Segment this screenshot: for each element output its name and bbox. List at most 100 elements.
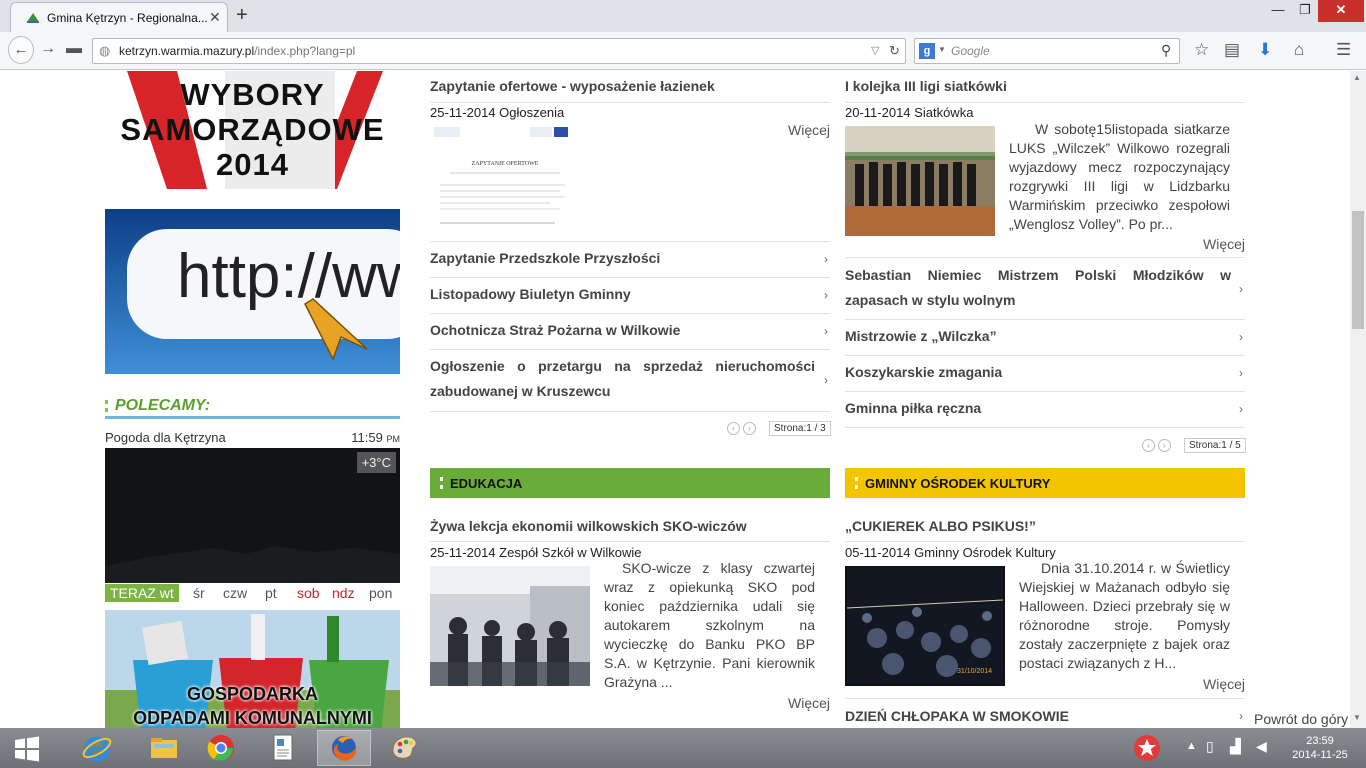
edukacja-section-header[interactable]: EDUKACJA <box>430 468 830 498</box>
page-scrollbar[interactable]: ▲ ▼ <box>1350 71 1366 728</box>
wybory-samorzadowe-banner[interactable]: WYBORY SAMORZĄDOWE 2014 <box>105 71 400 189</box>
category-link[interactable]: Zespół Szkół w Wilkowie <box>499 545 641 560</box>
tray-expand-icon[interactable]: ▲ <box>1186 740 1197 752</box>
menu-icon[interactable]: ☰ <box>1336 40 1351 60</box>
category-link[interactable]: Gminny Ośrodek Kultury <box>914 545 1056 560</box>
browser-tab[interactable]: Gmina Kętrzyn - Regionalna... ✕ <box>10 2 228 32</box>
documents-icon[interactable] <box>256 730 310 766</box>
gospodarka-odpadami-banner[interactable]: GOSPODARKA ODPADAMI KOMUNALNYMI <box>105 610 400 728</box>
http-www-banner[interactable]: http://www. <box>105 209 400 374</box>
day-pt[interactable]: pt <box>265 585 277 601</box>
weather-webcam[interactable]: +3°C <box>105 448 400 583</box>
day-sr[interactable]: śr <box>193 585 205 601</box>
weather-header: Pogoda dla Kętrzyna 11:59 PM <box>105 430 400 445</box>
divider <box>845 355 1245 356</box>
search-placeholder[interactable]: Google <box>951 44 990 58</box>
more-link[interactable]: Więcej <box>1203 236 1245 252</box>
feature-body-siatkowka: W sobotę15listopada siatkarze LUKS „Wilc… <box>1009 121 1230 232</box>
news-list-item[interactable]: Ogłoszenie o przetargu na sprzedaż nieru… <box>430 354 815 404</box>
url-history-dropdown-icon[interactable]: ▽ <box>871 44 879 57</box>
taskbar-clock[interactable]: 23:59 2014-11-25 <box>1290 734 1350 762</box>
forward-icon[interactable]: → <box>40 40 56 58</box>
home-icon[interactable]: ⌂ <box>1294 40 1304 60</box>
more-link[interactable]: Więcej <box>788 695 830 711</box>
heading-marker-icon <box>105 400 108 412</box>
scroll-up-icon[interactable]: ▲ <box>1353 73 1361 82</box>
kultura-section-header[interactable]: GMINNY OŚRODEK KULTURY <box>845 468 1245 498</box>
star-icon[interactable]: ☆ <box>1194 40 1209 60</box>
news-list-item[interactable]: Zapytanie Przedszkole Przyszłości <box>430 246 815 271</box>
next-page-icon[interactable]: › <box>743 422 756 435</box>
news-list-item[interactable]: Sebastian Niemiec Mistrzem Polski Młodzi… <box>845 263 1231 313</box>
more-link[interactable]: Więcej <box>788 122 830 138</box>
news-list-item[interactable]: Mistrzowie z „Wilczka” <box>845 324 1231 349</box>
paint-icon[interactable] <box>378 730 432 766</box>
kultura-article-title[interactable]: „CUKIEREK ALBO PSIKUS!” <box>845 518 1036 534</box>
google-icon[interactable]: g <box>919 43 935 59</box>
windows-start-icon[interactable] <box>0 730 54 766</box>
chevron-right-icon: › <box>824 373 828 387</box>
halloween-photo[interactable]: 31/10/2014 <box>845 566 1005 686</box>
tab-strip: Gmina Kętrzyn - Regionalna... ✕ + — ❐ ✕ <box>0 0 1366 32</box>
url-text[interactable]: ketrzyn.warmia.mazury.pl/index.php?lang=… <box>119 44 355 58</box>
day-pon[interactable]: pon <box>369 585 392 601</box>
news-list-item[interactable]: Koszykarskie zmagania <box>845 360 1231 385</box>
back-to-top-link[interactable]: Powrót do góry <box>1254 711 1349 727</box>
feature-title-ogloszenia[interactable]: Zapytanie ofertowe - wyposażenie łaziene… <box>430 78 715 94</box>
category-link[interactable]: Ogłoszenia <box>499 105 564 120</box>
kultura-next-title[interactable]: DZIEŃ CHŁOPAKA W SMOKOWIE <box>845 708 1069 724</box>
tab-groups-icon[interactable]: ▬ <box>66 40 82 58</box>
bookmarks-icon[interactable]: ▤ <box>1224 40 1240 60</box>
scrollbar-thumb[interactable] <box>1352 211 1364 329</box>
next-page-icon[interactable]: › <box>1158 439 1171 452</box>
reload-icon[interactable]: ↻ <box>889 43 900 59</box>
scroll-down-icon[interactable]: ▼ <box>1353 713 1361 722</box>
chrome-icon[interactable] <box>194 730 248 766</box>
tab-close-icon[interactable]: ✕ <box>209 9 221 26</box>
maximize-button[interactable]: ❐ <box>1292 0 1318 22</box>
firefox-icon[interactable] <box>317 730 371 766</box>
file-explorer-icon[interactable] <box>137 730 191 766</box>
news-list-item[interactable]: Gminna piłka ręczna <box>845 396 1231 421</box>
divider <box>845 427 1245 428</box>
engine-dropdown-icon[interactable]: ▼ <box>938 45 946 54</box>
volume-icon[interactable]: ◀ <box>1256 738 1267 755</box>
edukacja-article-title[interactable]: Żywa lekcja ekonomii wilkowskich SKO-wic… <box>430 518 747 534</box>
chevron-right-icon: › <box>1239 709 1243 723</box>
polecamy-heading: POLECAMY: <box>105 395 400 419</box>
back-icon[interactable]: ← <box>8 36 34 64</box>
tray-app-icon[interactable] <box>1130 731 1172 765</box>
news-list-item[interactable]: Ochotnicza Straż Pożarna w Wilkowie <box>430 318 815 343</box>
page-indicator: Strona:1 / 3 <box>769 421 831 436</box>
wybory-title: WYBORY SAMORZĄDOWE 2014 <box>120 77 385 182</box>
news-list-item[interactable]: Listopadowy Biuletyn Gminny <box>430 282 815 307</box>
sko-visit-photo[interactable] <box>430 566 590 686</box>
halloween-photo-graphic <box>847 568 1003 684</box>
search-icon[interactable]: ⚲ <box>1161 42 1171 59</box>
close-window-button[interactable]: ✕ <box>1318 0 1364 22</box>
download-icon[interactable]: ⬇ <box>1258 40 1272 60</box>
volleyball-team-photo[interactable] <box>845 126 995 236</box>
chevron-right-icon: › <box>1239 402 1243 416</box>
day-now[interactable]: TERAZ wt <box>105 584 179 602</box>
prev-page-icon[interactable]: ‹ <box>1142 439 1155 452</box>
address-bar[interactable]: ◍ ketrzyn.warmia.mazury.pl/index.php?lan… <box>92 38 906 64</box>
divider <box>845 102 1245 103</box>
document-thumbnail[interactable]: ZAPYTANIE OFERTOWE <box>430 123 580 233</box>
pagination-sport: ‹ › Strona:1 / 5 <box>1142 438 1246 453</box>
more-link[interactable]: Więcej <box>1203 676 1245 692</box>
search-bar[interactable]: g ▼ Google ⚲ <box>914 38 1180 64</box>
day-ndz[interactable]: ndz <box>332 585 355 601</box>
prev-page-icon[interactable]: ‹ <box>727 422 740 435</box>
feature-title-siatkowka[interactable]: I kolejka III ligi siatkówki <box>845 78 1007 94</box>
power-icon[interactable]: ▯ <box>1206 738 1214 755</box>
feature-meta-ogloszenia: 25-11-2014 Ogłoszenia <box>430 105 565 120</box>
minimize-button[interactable]: — <box>1264 0 1292 22</box>
new-tab-button[interactable]: + <box>236 4 248 27</box>
sko-photo-graphic <box>430 566 590 686</box>
internet-explorer-icon[interactable] <box>70 730 124 766</box>
day-czw[interactable]: czw <box>223 585 247 601</box>
day-sob[interactable]: sob <box>297 585 320 601</box>
network-signal-icon[interactable]: ▟ <box>1230 738 1241 755</box>
category-link[interactable]: Siatkówka <box>914 105 973 120</box>
